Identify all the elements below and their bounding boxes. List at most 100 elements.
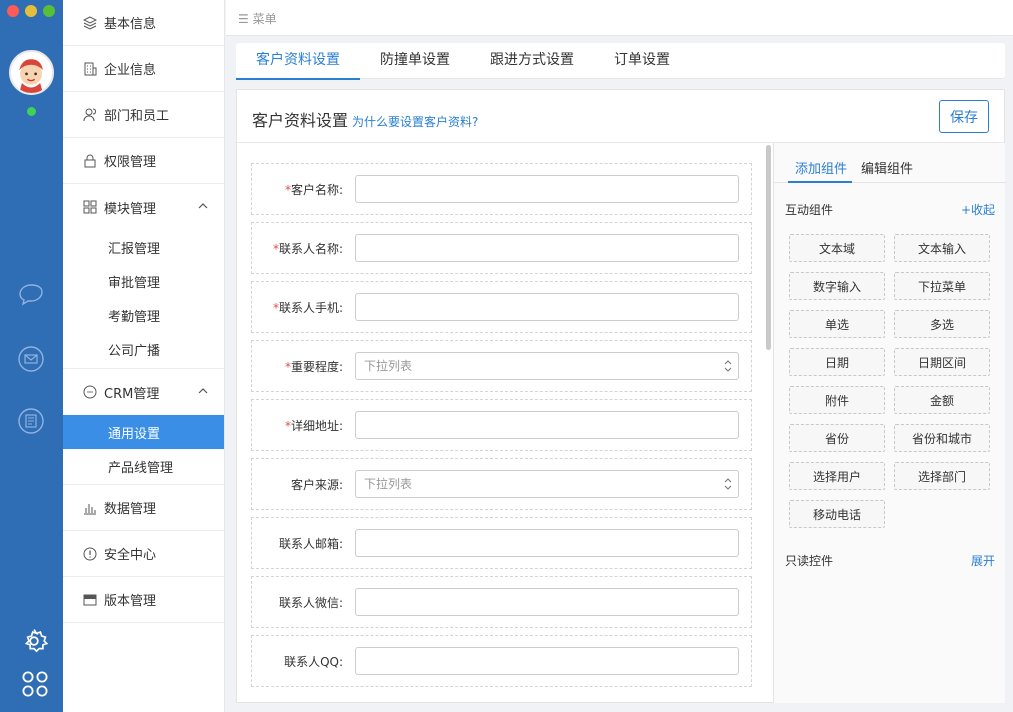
text-input[interactable]: [355, 293, 739, 321]
text-input[interactable]: [355, 234, 739, 262]
window-controls: [7, 5, 55, 17]
panel-header: 客户资料设置 为什么要设置客户资料? 保存: [237, 90, 1004, 143]
component-chip[interactable]: 数字输入: [789, 272, 885, 300]
chevron-up-icon: [198, 203, 208, 209]
form-row: 联系人微信:: [251, 576, 752, 628]
apps-grid-icon[interactable]: [21, 670, 48, 697]
select-placeholder: 下拉列表: [364, 359, 413, 373]
form-row: 客户来源: 下拉列表: [251, 458, 752, 510]
sidebar-subitem-active[interactable]: 通用设置: [63, 415, 224, 449]
select-arrows-icon: [724, 478, 732, 490]
form-row: *客户名称:: [251, 163, 752, 215]
tab-order[interactable]: 订单设置: [594, 43, 690, 79]
form-row: *联系人名称:: [251, 222, 752, 274]
tab-follow-up[interactable]: 跟进方式设置: [470, 43, 594, 79]
text-input[interactable]: [355, 647, 739, 675]
help-link[interactable]: 为什么要设置客户资料?: [352, 115, 478, 129]
scrollbar[interactable]: [766, 143, 772, 703]
field-label-text: 联系人邮箱:: [278, 537, 343, 551]
text-input[interactable]: [355, 175, 739, 203]
component-chip[interactable]: 文本输入: [894, 234, 990, 262]
component-chip[interactable]: 单选: [789, 310, 885, 338]
sidebar-item-company[interactable]: 企业信息: [63, 46, 224, 92]
form-row: *重要程度: 下拉列表: [251, 340, 752, 392]
users-icon: [83, 108, 97, 122]
close-window-button[interactable]: [7, 5, 19, 17]
mail-icon[interactable]: [17, 345, 45, 373]
sidebar-item-data[interactable]: 数据管理: [63, 485, 224, 531]
field-label-text: 详细地址:: [290, 419, 343, 433]
sidebar-item-perm[interactable]: 权限管理: [63, 138, 224, 184]
scrollbar-thumb[interactable]: [766, 145, 771, 350]
text-input[interactable]: [355, 411, 739, 439]
sidebar-item-security[interactable]: 安全中心: [63, 531, 224, 577]
sidebar-item-module[interactable]: 模块管理: [63, 184, 224, 230]
avatar[interactable]: [9, 50, 54, 95]
minimize-window-button[interactable]: [25, 5, 37, 17]
field-label-text: 联系人QQ:: [284, 655, 343, 669]
field-label: 客户来源:: [291, 476, 343, 493]
menu-toggle[interactable]: ☰ 菜单: [238, 10, 277, 27]
sidebar-item-version[interactable]: 版本管理: [63, 577, 224, 623]
select-arrows-icon: [724, 360, 732, 372]
collapse-link[interactable]: +收起: [961, 201, 995, 218]
field-label-text: 重要程度:: [290, 360, 343, 374]
sidebar-subitem[interactable]: 公司广播: [63, 332, 224, 366]
expand-link[interactable]: 展开: [971, 552, 995, 569]
sidebar-subitem[interactable]: 审批管理: [63, 264, 224, 298]
text-input[interactable]: [355, 588, 739, 616]
component-panel: 添加组件 编辑组件 互动组件 +收起 文本域 文本输入 数字输入 下拉菜单 单选 多选 日期…: [773, 143, 1006, 703]
form-row: 联系人QQ:: [251, 635, 752, 687]
sidebar-item-label: 数据管理: [104, 502, 157, 517]
bar-chart-icon: [83, 501, 97, 515]
dropdown-select[interactable]: 下拉列表: [355, 352, 739, 380]
tab-edit-component[interactable]: 编辑组件: [861, 158, 913, 177]
chat-icon[interactable]: [17, 280, 45, 308]
component-chip[interactable]: 文本域: [789, 234, 885, 262]
field-label: *详细地址:: [285, 417, 343, 434]
component-chip[interactable]: 下拉菜单: [894, 272, 990, 300]
form-area: *客户名称: *联系人名称: *联系人手机: *重要程度: 下拉列表 *详细地址: 客户来源…: [237, 143, 773, 703]
field-label: 联系人微信:: [279, 594, 343, 611]
sidebar-item-dept[interactable]: 部门和员工: [63, 92, 224, 138]
field-label-text: 客户名称:: [290, 183, 343, 197]
section-title-readonly: 只读控件: [785, 554, 834, 568]
maximize-window-button[interactable]: [43, 5, 55, 17]
field-label: *联系人手机:: [273, 299, 343, 316]
component-chip[interactable]: 选择部门: [894, 462, 990, 490]
gear-icon[interactable]: [20, 627, 49, 653]
sidebar-subitem[interactable]: 产品线管理: [63, 449, 224, 483]
component-chip[interactable]: 日期: [789, 348, 885, 376]
component-chip[interactable]: 附件: [789, 386, 885, 414]
section-title-interactive: 互动组件: [785, 203, 834, 217]
tab-anti-collision[interactable]: 防撞单设置: [360, 43, 470, 79]
field-label-text: 联系人手机:: [278, 301, 343, 315]
sidebar-subitem[interactable]: 考勤管理: [63, 298, 224, 332]
component-chip[interactable]: 移动电话: [789, 500, 885, 528]
component-chip[interactable]: 多选: [894, 310, 990, 338]
text-input[interactable]: [355, 529, 739, 557]
component-chip[interactable]: 选择用户: [789, 462, 885, 490]
component-chip[interactable]: 金额: [894, 386, 990, 414]
sidebar-item-crm[interactable]: CRM管理: [63, 369, 224, 415]
tab-add-component[interactable]: 添加组件: [795, 158, 847, 177]
sidebar-item-label: 部门和员工: [104, 109, 170, 124]
app-rail: [0, 0, 63, 712]
save-button[interactable]: 保存: [939, 100, 989, 133]
window-icon: [83, 593, 97, 607]
sidebar-item-label: 基本信息: [104, 17, 157, 32]
main-panel: 客户资料设置 为什么要设置客户资料? 保存 *客户名称: *联系人名称: *联系人手机…: [236, 89, 1006, 703]
settings-tabs: 客户资料设置 防撞单设置 跟进方式设置 订单设置: [236, 43, 1005, 80]
component-chip[interactable]: 省份和城市: [894, 424, 990, 452]
dropdown-select[interactable]: 下拉列表: [355, 470, 739, 498]
document-icon[interactable]: [17, 407, 45, 435]
sidebar-subitem[interactable]: 汇报管理: [63, 230, 224, 264]
component-chip[interactable]: 省份: [789, 424, 885, 452]
sidebar-item-label: 版本管理: [104, 594, 157, 609]
online-status-dot: [27, 107, 36, 116]
active-tab-indicator: [788, 181, 852, 183]
component-chip[interactable]: 日期区间: [894, 348, 990, 376]
sidebar-item-basic[interactable]: 基本信息: [63, 0, 224, 46]
component-tabs: 添加组件 编辑组件: [774, 143, 1006, 183]
tab-customer-profile[interactable]: 客户资料设置: [236, 43, 360, 80]
